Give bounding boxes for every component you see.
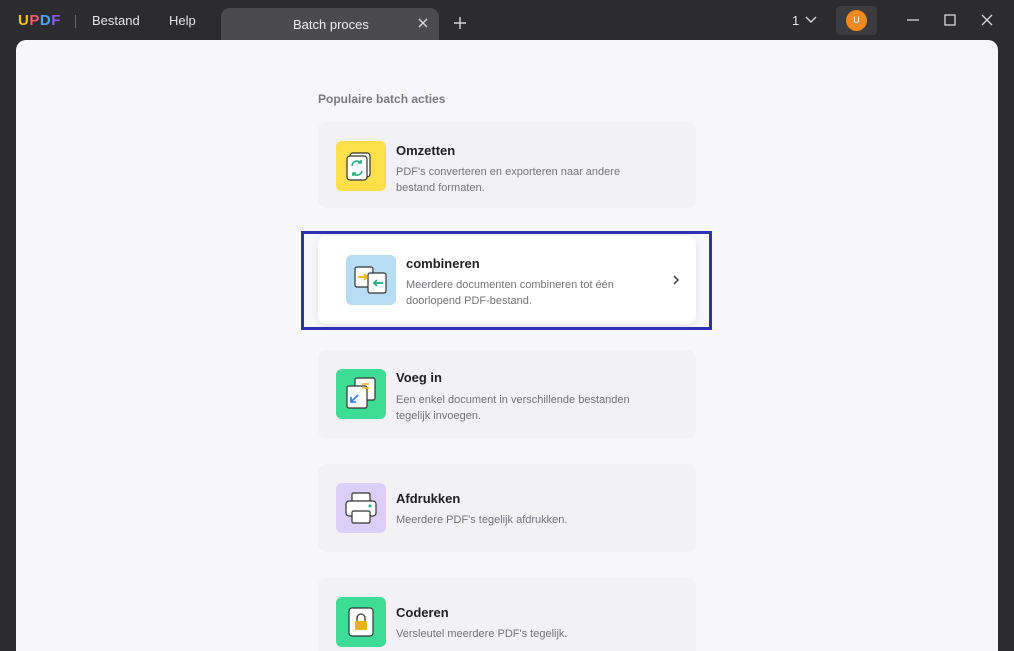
convert-icon (336, 141, 386, 191)
card-description-line: Meerdere documenten combineren tot één (406, 279, 614, 291)
card-description-line: bestand formaten. (396, 182, 485, 194)
plus-icon[interactable] (452, 15, 468, 31)
minimize-icon[interactable] (905, 12, 921, 28)
chevron-right-icon (673, 275, 679, 285)
section-title: Populaire batch acties (318, 92, 446, 106)
card-title: Voeg in (396, 370, 442, 385)
app-window: UPDF Bestand Help Batch proces 1 U Popul… (0, 0, 1014, 651)
card-title: Afdrukken (396, 491, 461, 506)
card-title: Omzetten (396, 143, 456, 158)
card-description-line: Meerdere PDF's tegelijk afdrukken. (396, 514, 568, 526)
logo-letter-p: P (29, 12, 40, 29)
avatar: U (846, 10, 867, 31)
tab-label: Batch proces (293, 17, 369, 32)
card-description-line: PDF's converteren en exporteren naar and… (396, 166, 621, 178)
card-description-line: Versleutel meerdere PDF's tegelijk. (396, 628, 568, 640)
insert-icon (336, 369, 386, 419)
card-description: Versleutel meerdere PDF's tegelijk. (396, 626, 646, 642)
menu-bestand[interactable]: Bestand (92, 13, 140, 28)
maximize-icon[interactable] (942, 12, 958, 28)
updf-logo[interactable]: UPDF (18, 12, 61, 29)
card-description: Meerdere PDF's tegelijk afdrukken. (396, 512, 646, 528)
account-button[interactable]: U (836, 6, 877, 35)
logo-letter-f: F (51, 12, 61, 29)
action-card-coderen[interactable]: Coderen Versleutel meerdere PDF's tegeli… (318, 578, 696, 651)
card-description: Een enkel document in verschillende best… (396, 392, 646, 424)
action-card-afdrukken[interactable]: Afdrukken Meerdere PDF's tegelijk afdruk… (318, 464, 696, 552)
menu-help[interactable]: Help (169, 13, 196, 28)
chevron-down-icon[interactable] (804, 14, 818, 26)
action-card-omzetten[interactable]: Omzetten PDF's converteren en exporteren… (318, 122, 696, 208)
card-description-line: doorlopend PDF-bestand. (406, 295, 532, 307)
close-icon[interactable] (415, 15, 431, 31)
title-separator (75, 15, 76, 28)
action-card-voeg-in[interactable]: Voeg in Een enkel document in verschille… (318, 350, 696, 438)
page-counter[interactable]: 1 (792, 13, 799, 28)
tab-batch-process[interactable]: Batch proces (221, 8, 439, 40)
card-description-line: tegelijk invoegen. (396, 410, 482, 422)
title-bar: UPDF Bestand Help Batch proces 1 U (0, 0, 1014, 42)
card-title: combineren (406, 256, 480, 271)
logo-letter-d: D (39, 12, 52, 29)
print-icon (336, 483, 386, 533)
window-close-icon[interactable] (979, 12, 995, 28)
combine-icon (346, 255, 396, 305)
action-card-combineren[interactable]: combineren Meerdere documenten combinere… (318, 236, 696, 324)
encrypt-icon (336, 597, 386, 647)
card-description: Meerdere documenten combineren tot één d… (406, 277, 656, 309)
card-title: Coderen (396, 605, 449, 620)
batch-content-panel: Populaire batch acties Omzetten PDF's co… (16, 40, 998, 651)
logo-letter-u: U (18, 12, 30, 29)
card-description-line: Een enkel document in verschillende best… (396, 394, 630, 406)
card-description: PDF's converteren en exporteren naar and… (396, 164, 646, 196)
